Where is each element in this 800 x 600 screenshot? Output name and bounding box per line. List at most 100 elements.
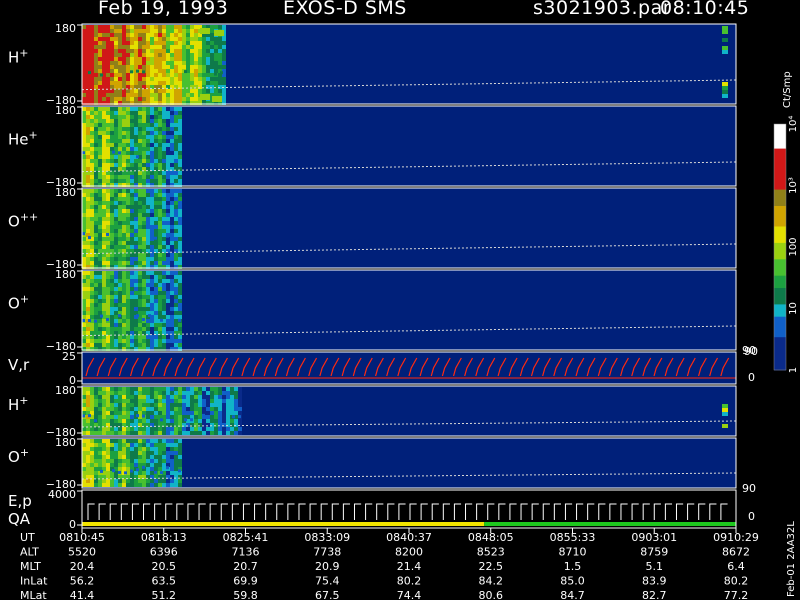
spectrogram-cell: [210, 407, 214, 411]
spectrogram-cell: [126, 391, 130, 395]
spectrogram-cell: [218, 423, 222, 427]
spectrogram-cell: [106, 261, 110, 265]
spectrogram-cell: [106, 201, 110, 205]
orbit-value: 8523: [477, 546, 505, 559]
spectrogram-cell: [162, 335, 166, 339]
spectrogram-cell: [134, 93, 138, 97]
colorbar-swatch: [774, 361, 786, 367]
spectrogram-cell: [182, 41, 186, 45]
spectrogram-cell: [198, 85, 202, 89]
spectrogram-cell: [118, 151, 121, 155]
spectrogram-cell: [206, 407, 210, 411]
spectrogram-cell: [118, 209, 122, 213]
spectrogram-cell: [138, 159, 142, 163]
spectrogram-cell: [106, 287, 110, 291]
spectrogram-cell: [82, 61, 86, 65]
spectrogram-cell: [112, 469, 115, 473]
spectrogram-cell: [130, 201, 134, 205]
spectrogram-cell: [154, 419, 158, 423]
spectrogram-cell: [154, 151, 158, 155]
spectrogram-cell: [82, 73, 86, 77]
spectrogram-cell: [222, 61, 226, 65]
spectrogram-cell: [146, 431, 150, 435]
spectrogram-cell: [126, 41, 130, 45]
spectrogram-cell: [110, 107, 114, 111]
spectrogram-cell: [110, 123, 114, 127]
spectrogram-cell: [86, 459, 90, 463]
spectrogram-cell: [210, 423, 214, 427]
spectrogram-cell: [162, 303, 166, 307]
spectrogram-cell: [226, 403, 230, 407]
spectrogram-cell: [114, 159, 118, 163]
spectrogram-cell: [162, 479, 166, 483]
spectrogram-cell: [110, 411, 114, 415]
spectrogram-cell: [98, 319, 102, 323]
spectrogram-cell: [154, 147, 158, 151]
spectrogram-cell: [174, 37, 178, 41]
spectrogram-cell: [130, 399, 134, 403]
colorbar-swatch: [774, 156, 786, 162]
spectrogram-cell: [102, 25, 106, 29]
spectrogram-cell: [178, 271, 182, 275]
spectrogram-cell: [162, 411, 166, 415]
colorbar-swatch: [774, 210, 786, 215]
spectrogram-cell: [102, 229, 106, 233]
spectrogram-cell: [142, 29, 146, 33]
spectrogram-cell: [162, 271, 166, 275]
spectrogram-cell: [198, 431, 202, 435]
spectrogram-cell: [122, 41, 126, 45]
spectrogram-cell: [142, 107, 146, 111]
spectrogram-cell: [98, 395, 102, 399]
spectrogram-cell: [122, 419, 126, 423]
header-file: s3021903.par: [533, 0, 672, 19]
spectrogram-cell: [130, 61, 134, 65]
spectrogram-cell: [158, 93, 162, 97]
spectrogram-cell: [114, 37, 118, 41]
spectrogram-cell: [114, 479, 118, 483]
spectrogram-cell: [110, 399, 114, 403]
spectrogram-cell: [158, 73, 162, 77]
spectrogram-cell: [106, 311, 110, 315]
spectrogram-cell: [230, 427, 234, 431]
spectrogram-cell: [122, 111, 126, 115]
spectrogram-cell: [102, 443, 106, 447]
spectrogram-cell: [98, 399, 102, 403]
spectrogram-cell: [238, 419, 242, 423]
panel-label: V,r: [8, 356, 30, 374]
spectrogram-cell: [138, 237, 142, 241]
spectrogram-cell: [102, 217, 106, 221]
colorbar-tick-label: 10: [788, 302, 799, 315]
spectrogram-cell: [154, 139, 158, 143]
spectrogram-cell: [130, 159, 134, 163]
spectrogram-cell: [98, 415, 102, 419]
spectrogram-cell: [158, 307, 162, 311]
orbit-value: 7738: [313, 546, 341, 559]
spectrogram-cell: [106, 391, 110, 395]
spectrogram-cell: [170, 189, 174, 193]
spectrogram-cell: [146, 197, 150, 201]
spectrogram-cell: [138, 261, 142, 265]
spectrogram-cell: [210, 73, 214, 77]
spectrogram-cell: [142, 311, 146, 315]
spectrogram-cell: [142, 197, 146, 201]
spectrogram-cell: [174, 339, 178, 343]
spectrogram-cell: [170, 171, 174, 175]
spectrogram-cell: [138, 123, 142, 127]
spectrogram-cell: [102, 49, 106, 53]
spectrogram-cell: [122, 209, 126, 213]
spectrogram-cell: [146, 447, 150, 451]
spectrogram-cell: [154, 197, 158, 201]
spectrogram-cell: [110, 179, 114, 183]
spectrogram-cell: [110, 61, 114, 65]
spectrogram-cell: [142, 89, 146, 93]
spectrogram-cell: [186, 427, 190, 431]
spectrogram-cell: [114, 343, 118, 347]
spectrogram-cell: [142, 414, 145, 418]
spectrogram-cell: [86, 179, 90, 183]
spectrogram-cell: [138, 229, 142, 233]
spectrogram-cell: [102, 45, 106, 49]
spectrogram-cell: [138, 37, 142, 41]
spectrogram-cell: [142, 163, 146, 167]
spectrogram-cell: [134, 119, 138, 123]
spectrogram-cell: [90, 115, 94, 119]
